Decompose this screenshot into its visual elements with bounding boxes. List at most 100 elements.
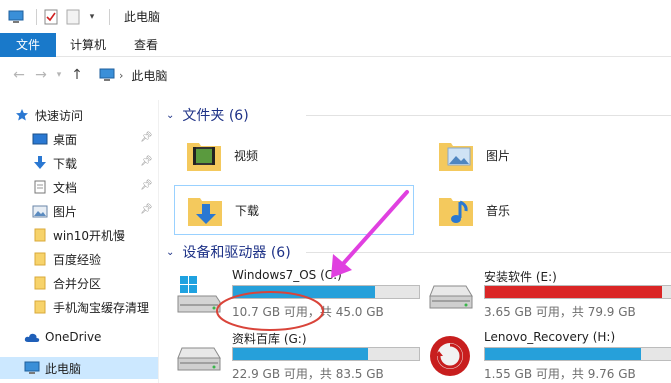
pin-icon[interactable]: 📌︎: [140, 180, 153, 191]
folder-videos[interactable]: 视频: [174, 130, 414, 180]
group-title: 设备和驱动器 (6): [182, 245, 291, 261]
music-folder-icon: [436, 190, 476, 230]
pin-icon[interactable]: 📌︎: [140, 132, 153, 143]
tab-view[interactable]: 查看: [120, 33, 172, 57]
properties-icon[interactable]: [43, 9, 59, 25]
drive-e[interactable]: 安装软件 (E:) 3.65 GB 可用，共 79.9 GB: [428, 266, 671, 322]
sidebar-item-this-pc[interactable]: 此电脑: [0, 357, 158, 379]
sidebar-item-label: 快速访问: [35, 108, 84, 123]
pin-icon[interactable]: 📌︎: [140, 204, 153, 215]
folder-icon: [32, 252, 48, 266]
breadcrumb-this-pc[interactable]: 此电脑: [131, 67, 167, 84]
folder-icon: [32, 276, 48, 290]
sidebar-item-label: 图片: [53, 204, 78, 219]
computer-icon: [99, 68, 115, 82]
drive-name: Windows7_OS (C:): [232, 268, 342, 282]
sidebar-item-label: 手机淘宝缓存清理: [53, 300, 150, 315]
breadcrumb-chevron-icon[interactable]: ›: [119, 69, 123, 82]
download-folder-icon: [185, 190, 225, 230]
computer-icon[interactable]: [8, 9, 24, 25]
folders-group-header[interactable]: ⌄ 文件夹 (6): [166, 104, 671, 126]
drive-usage-fill: [233, 286, 375, 298]
sidebar-item-baidu[interactable]: 百度经验: [0, 248, 158, 270]
back-arrow-icon[interactable]: ←: [8, 67, 30, 83]
folder-icon: [32, 228, 48, 242]
drive-name: Lenovo_Recovery (H:): [484, 330, 616, 344]
sidebar-item-merge[interactable]: 合并分区: [0, 272, 158, 294]
drive-space-info: 3.65 GB 可用，共 79.9 GB: [484, 305, 636, 319]
address-bar[interactable]: › 此电脑: [94, 64, 671, 86]
computer-icon: [24, 361, 40, 375]
folder-music[interactable]: 音乐: [426, 185, 666, 235]
folder-label: 图片: [486, 148, 511, 163]
cloud-icon: [24, 330, 40, 344]
sidebar-item-label: 桌面: [53, 132, 78, 147]
drive-space-info: 10.7 GB 可用，共 45.0 GB: [232, 305, 384, 319]
drives-group-header[interactable]: ⌄ 设备和驱动器 (6): [166, 241, 671, 263]
divider: [306, 115, 671, 116]
separator: [36, 8, 37, 25]
window-title: 此电脑: [124, 10, 161, 24]
drive-name: 资料百库 (G:): [232, 332, 307, 346]
folder-label: 下载: [235, 203, 260, 218]
drive-usage-bar: [484, 285, 671, 299]
navigation-bar: ← → ▾ ↑ › 此电脑: [0, 58, 671, 92]
hard-drive-icon: [428, 272, 474, 316]
drive-h[interactable]: Lenovo_Recovery (H:) 1.55 GB 可用，共 9.76 G…: [428, 328, 671, 383]
pin-icon[interactable]: 📌︎: [140, 156, 153, 167]
drive-usage-bar: [484, 347, 671, 361]
navigation-pane: 快速访问 桌面 📌︎ 下载 📌︎ 文档 📌︎ 图片 📌︎ win10开机慢 百度…: [0, 100, 158, 383]
drive-usage-fill: [485, 348, 642, 360]
sidebar-quick-access[interactable]: 快速访问: [0, 104, 158, 126]
hard-drive-icon: [176, 334, 222, 378]
sidebar-item-label: 文档: [53, 180, 78, 195]
tab-file[interactable]: 文件: [0, 33, 57, 57]
sidebar-item-win10[interactable]: win10开机慢: [0, 224, 158, 246]
drive-g[interactable]: 资料百库 (G:) 22.9 GB 可用，共 83.5 GB: [176, 328, 426, 383]
customize-quick-access-icon[interactable]: ▾: [87, 9, 97, 25]
up-arrow-icon[interactable]: ↑: [66, 67, 88, 83]
document-icon: [32, 180, 48, 194]
recovery-drive-icon: [428, 334, 474, 378]
desktop-icon: [32, 132, 48, 146]
drive-c[interactable]: Windows7_OS (C:) 10.7 GB 可用，共 45.0 GB: [176, 266, 426, 322]
recent-locations-chevron-icon[interactable]: ▾: [52, 70, 66, 80]
ribbon-tabs: 文件 计算机 查看: [0, 33, 671, 57]
sidebar-item-pictures[interactable]: 图片 📌︎: [0, 200, 158, 222]
sidebar-item-label: 此电脑: [45, 361, 82, 376]
tab-computer[interactable]: 计算机: [56, 33, 120, 57]
drive-space-info: 1.55 GB 可用，共 9.76 GB: [484, 367, 636, 381]
sidebar-item-downloads[interactable]: 下载 📌︎: [0, 152, 158, 174]
picture-folder-icon: [436, 135, 476, 175]
sidebar-item-label: 下载: [53, 156, 78, 171]
star-icon: [14, 108, 30, 122]
pane-divider[interactable]: [158, 100, 159, 383]
download-icon: [32, 156, 48, 170]
sidebar-item-label: 百度经验: [53, 252, 102, 267]
folder-downloads[interactable]: 下载: [174, 185, 414, 235]
sidebar-item-taobao[interactable]: 手机淘宝缓存清理: [0, 296, 158, 318]
sidebar-item-onedrive[interactable]: OneDrive: [0, 326, 158, 348]
sidebar-item-label: OneDrive: [45, 330, 102, 344]
sidebar-item-label: win10开机慢: [53, 228, 126, 243]
folder-label: 视频: [234, 148, 259, 163]
forward-arrow-icon[interactable]: →: [30, 67, 52, 83]
separator: [109, 8, 110, 25]
drive-usage-fill: [485, 286, 663, 298]
folder-label: 音乐: [486, 203, 511, 218]
divider: [306, 252, 671, 253]
sidebar-item-documents[interactable]: 文档 📌︎: [0, 176, 158, 198]
picture-icon: [32, 204, 48, 218]
folder-pictures[interactable]: 图片: [426, 130, 666, 180]
drive-usage-bar: [232, 285, 420, 299]
content-pane: ⌄ 文件夹 (6) 视频 图片 下载 音乐 ⌄ 设备和驱动器 (6) Windo…: [160, 96, 671, 383]
video-folder-icon: [184, 135, 224, 175]
drive-usage-bar: [232, 347, 420, 361]
chevron-down-icon[interactable]: ⌄: [166, 110, 174, 121]
folder-icon: [32, 300, 48, 314]
new-folder-icon[interactable]: [65, 9, 81, 25]
drive-space-info: 22.9 GB 可用，共 83.5 GB: [232, 367, 384, 381]
sidebar-item-desktop[interactable]: 桌面 📌︎: [0, 128, 158, 150]
chevron-down-icon[interactable]: ⌄: [166, 247, 174, 258]
windows-drive-icon: [176, 272, 222, 316]
